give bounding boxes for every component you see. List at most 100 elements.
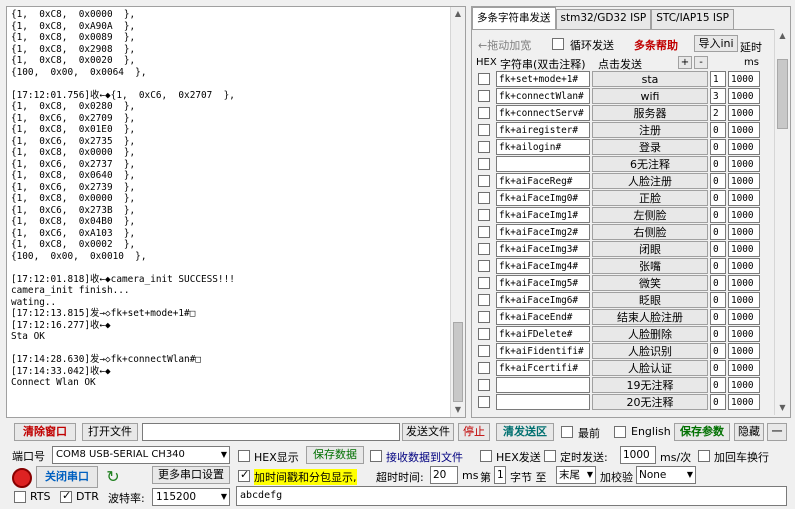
row-string-input[interactable]: fk+aiFaceImg6#: [496, 292, 590, 308]
panel-scrollbar[interactable]: ▲ ▼: [774, 29, 790, 415]
send-file-button[interactable]: 发送文件: [402, 423, 454, 441]
row-order-input[interactable]: 0: [710, 207, 726, 223]
row-order-input[interactable]: 0: [710, 326, 726, 342]
row-order-input[interactable]: 0: [710, 241, 726, 257]
row-delay-input[interactable]: 1000: [728, 173, 760, 189]
panel-scroll-thumb[interactable]: [777, 59, 788, 129]
save-data-button[interactable]: 保存数据: [306, 446, 364, 464]
row-send-button[interactable]: 正脸: [592, 190, 708, 206]
row-send-button[interactable]: 人脸识别: [592, 343, 708, 359]
row-order-input[interactable]: 0: [710, 258, 726, 274]
row-send-button[interactable]: 人脸认证: [592, 360, 708, 376]
row-string-input[interactable]: fk+aiFDelete#: [496, 326, 590, 342]
row-order-input[interactable]: 0: [710, 275, 726, 291]
row-order-input[interactable]: 2: [710, 105, 726, 121]
tab-multi-string[interactable]: 多条字符串发送: [472, 7, 556, 29]
row-order-input[interactable]: 0: [710, 394, 726, 410]
row-send-button[interactable]: 人脸注册: [592, 173, 708, 189]
row-order-input[interactable]: 0: [710, 173, 726, 189]
hide-button[interactable]: 隐藏: [734, 423, 764, 441]
row-send-button[interactable]: sta: [592, 71, 708, 87]
row-string-input[interactable]: fk+aiFaceImg4#: [496, 258, 590, 274]
row-hex-checkbox[interactable]: [478, 277, 490, 289]
row-delay-input[interactable]: 1000: [728, 105, 760, 121]
row-hex-checkbox[interactable]: [478, 90, 490, 102]
refresh-icon[interactable]: ↻: [104, 466, 122, 488]
row-hex-checkbox[interactable]: [478, 158, 490, 170]
receive-log[interactable]: {1, 0xC8, 0x0000 }, {1, 0xC8, 0xA90A }, {1…: [6, 6, 466, 418]
row-send-button[interactable]: 注册: [592, 122, 708, 138]
multi-help-link[interactable]: 多条帮助: [634, 37, 678, 53]
scroll-up-icon[interactable]: ▲: [451, 7, 465, 21]
row-hex-checkbox[interactable]: [478, 209, 490, 221]
row-order-input[interactable]: 0: [710, 139, 726, 155]
close-port-button[interactable]: 关闭串口: [36, 466, 98, 488]
remove-row-button[interactable]: -: [694, 56, 708, 69]
file-path-field[interactable]: [142, 423, 400, 441]
hex-send-checkbox[interactable]: [480, 450, 492, 462]
row-string-input[interactable]: fk+connectServ#: [496, 105, 590, 121]
row-send-button[interactable]: 6无注释: [592, 156, 708, 172]
row-send-button[interactable]: 登录: [592, 139, 708, 155]
import-ini-button[interactable]: 导入ini: [694, 35, 738, 52]
timeout-input[interactable]: 20: [430, 466, 458, 484]
row-delay-input[interactable]: 1000: [728, 207, 760, 223]
row-string-input[interactable]: fk+aiFaceImg1#: [496, 207, 590, 223]
save-params-button[interactable]: 保存参数: [674, 423, 730, 441]
row-delay-input[interactable]: 1000: [728, 343, 760, 359]
nth-byte-input[interactable]: 1: [494, 466, 506, 484]
row-send-button[interactable]: 微笑: [592, 275, 708, 291]
panel-scroll-down-icon[interactable]: ▼: [775, 401, 790, 415]
send-text-area[interactable]: abcdefg: [236, 486, 787, 506]
port-select[interactable]: COM8 USB-SERIAL CH340 ▼: [52, 446, 230, 464]
baud-select[interactable]: 115200 ▼: [152, 488, 230, 506]
log-scroll-thumb[interactable]: [453, 322, 463, 402]
row-delay-input[interactable]: 1000: [728, 122, 760, 138]
timed-interval-input[interactable]: 1000: [620, 446, 656, 464]
row-order-input[interactable]: 0: [710, 156, 726, 172]
row-send-button[interactable]: wifi: [592, 88, 708, 104]
row-hex-checkbox[interactable]: [478, 107, 490, 119]
row-order-input[interactable]: 0: [710, 292, 726, 308]
row-send-button[interactable]: 左侧脸: [592, 207, 708, 223]
row-delay-input[interactable]: 1000: [728, 309, 760, 325]
row-delay-input[interactable]: 1000: [728, 88, 760, 104]
row-delay-input[interactable]: 1000: [728, 326, 760, 342]
topmost-checkbox[interactable]: [561, 426, 573, 438]
row-hex-checkbox[interactable]: [478, 175, 490, 187]
row-string-input[interactable]: fk+set+mode+1#: [496, 71, 590, 87]
row-send-button[interactable]: 20无注释: [592, 394, 708, 410]
row-string-input[interactable]: fk+aiFaceReg#: [496, 173, 590, 189]
row-string-input[interactable]: fk+connectWlan#: [496, 88, 590, 104]
row-delay-input[interactable]: 1000: [728, 241, 760, 257]
row-delay-input[interactable]: 1000: [728, 224, 760, 240]
row-order-input[interactable]: 0: [710, 360, 726, 376]
row-delay-input[interactable]: 1000: [728, 275, 760, 291]
row-hex-checkbox[interactable]: [478, 379, 490, 391]
row-hex-checkbox[interactable]: [478, 294, 490, 306]
row-hex-checkbox[interactable]: [478, 396, 490, 408]
row-hex-checkbox[interactable]: [478, 73, 490, 85]
row-delay-input[interactable]: 1000: [728, 292, 760, 308]
row-delay-input[interactable]: 1000: [728, 258, 760, 274]
row-send-button[interactable]: 结束人脸注册: [592, 309, 708, 325]
row-string-input[interactable]: fk+aiFaceImg5#: [496, 275, 590, 291]
expand-button[interactable]: 一: [767, 423, 787, 441]
row-string-input[interactable]: [496, 377, 590, 393]
row-send-button[interactable]: 19无注释: [592, 377, 708, 393]
clear-send-area-button[interactable]: 清发送区: [496, 423, 554, 441]
log-scrollbar[interactable]: ▲ ▼: [450, 7, 465, 417]
timestamp-checkbox[interactable]: [238, 468, 250, 482]
row-order-input[interactable]: 0: [710, 190, 726, 206]
checksum-select[interactable]: None ▼: [636, 466, 696, 484]
dtr-checkbox[interactable]: [60, 489, 72, 503]
row-delay-input[interactable]: 1000: [728, 71, 760, 87]
row-order-input[interactable]: 3: [710, 88, 726, 104]
row-string-input[interactable]: [496, 394, 590, 410]
recv-to-file-checkbox[interactable]: [370, 450, 382, 462]
row-send-button[interactable]: 眨眼: [592, 292, 708, 308]
row-hex-checkbox[interactable]: [478, 192, 490, 204]
row-string-input[interactable]: fk+aiFidentifi#: [496, 343, 590, 359]
row-hex-checkbox[interactable]: [478, 345, 490, 357]
hex-display-checkbox[interactable]: [238, 450, 250, 462]
